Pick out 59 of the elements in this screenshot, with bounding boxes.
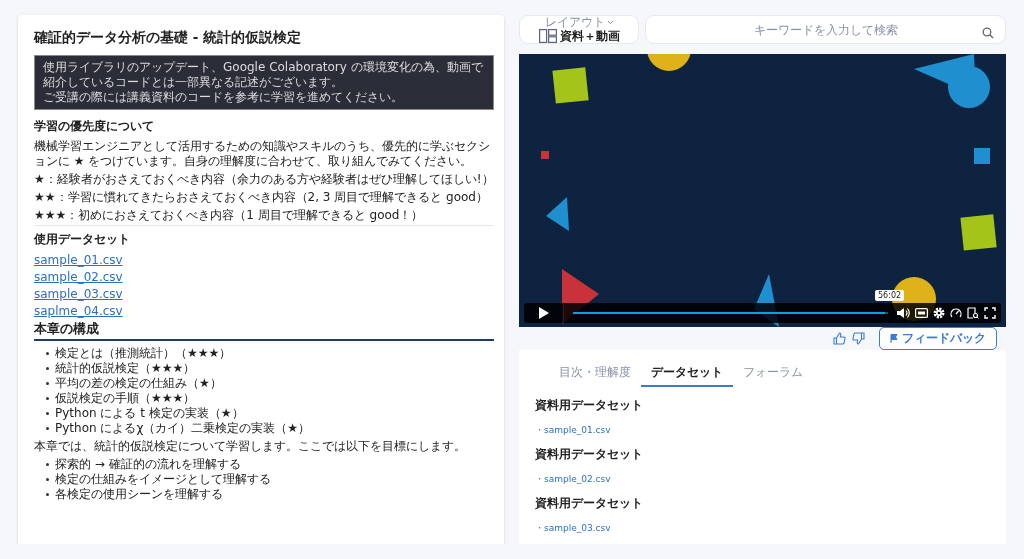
captions-icon[interactable] (915, 308, 928, 318)
section-item: 検定とは（推測統計）（★★★） (55, 346, 232, 361)
dataset-link[interactable]: ・sample_01.csv (535, 425, 611, 435)
bullet (46, 412, 49, 415)
layout-icon (538, 29, 557, 43)
document-search-icon[interactable] (967, 307, 979, 319)
bullet (46, 382, 49, 385)
bullet (46, 463, 49, 466)
section-item: 平均の差の検定の仕組み（★） (55, 376, 222, 391)
dataset-heading: 使用データセット (34, 231, 131, 248)
thumbs-down-icon[interactable] (852, 332, 865, 345)
chevron-icon (606, 19, 614, 25)
priority-text: 機械学習エンジニアとして活用するための知識やスキルのうち、優先的に学ぶセクションに ★ をつけています。自身の理解度に合わせて、取り組んでみてください。 (34, 139, 491, 169)
dataset-link[interactable]: sample_01.csv (34, 253, 123, 267)
volume-icon[interactable] (897, 307, 910, 319)
bullet (46, 367, 49, 370)
goal-item: 探索的 → 確証的の流れを理解する (55, 457, 241, 472)
feedback-button[interactable]: フィードバック (879, 327, 997, 350)
settings-icon[interactable] (933, 307, 945, 319)
tab[interactable]: 目次・理解度 (549, 360, 641, 387)
notice-text: ご受講の際には講義資料のコードを参考に学習を進めてください。 (43, 90, 404, 105)
flag-icon (890, 334, 898, 343)
dataset-link[interactable]: sample_03.csv (34, 287, 123, 301)
bullet (46, 478, 49, 481)
section-item: 統計的仮説検定（★★★） (55, 361, 196, 376)
fullscreen-icon[interactable] (984, 307, 996, 319)
layout-button[interactable]: レイアウト 資料＋動画 (519, 15, 639, 44)
dataset-link[interactable]: ・sample_03.csv (535, 523, 611, 533)
tab[interactable]: フォーラム (733, 360, 813, 387)
goal-item: 検定の仕組みをイメージとして理解する (55, 472, 271, 487)
goal-item: 各検定の使用シーンを理解する (55, 487, 223, 502)
bullet (46, 352, 49, 355)
goal-text: 本章では、統計的仮説検定について学習します。ここでは以下を目標にします。 (34, 439, 467, 454)
article-title: 確証的データ分析の基礎 - 統計的仮説検定 (34, 29, 302, 47)
priority-level: ★：経験者がおさえておくべき内容（余力のある方や経験者はぜひ理解してほしい!） (34, 172, 494, 187)
bullet (46, 493, 49, 496)
search-icon (982, 27, 994, 39)
section-item: Python によるχ（カイ）二乗検定の実装（★） (55, 421, 311, 436)
bullet (46, 427, 49, 430)
dataset-link[interactable]: saplme_04.csv (34, 304, 123, 318)
section-item: Python による t 検定の実装（★） (55, 406, 244, 421)
dataset-heading: 資料用データセット (535, 495, 644, 512)
priority-level: ★★★：初めにおさえておくべき内容（1 周目で理解できると good！） (34, 208, 425, 223)
time-tooltip: 56:02 (875, 290, 905, 301)
dataset-heading: 資料用データセット (535, 446, 644, 463)
priority-level: ★★：学習に慣れてきたらおさえておくべき内容（2, 3 周目で理解できると good） (34, 190, 489, 205)
section-item: 仮説検定の手順（★★★） (55, 391, 196, 406)
priority-heading: 学習の優先度について (34, 118, 155, 135)
bullet (46, 397, 49, 400)
dataset-heading: 資料用データセット (535, 397, 644, 414)
search-field[interactable]: キーワードを入力して検索 (645, 15, 1006, 44)
speed-icon[interactable] (950, 307, 962, 319)
play-icon (538, 307, 549, 319)
thumbs-up-icon[interactable] (833, 332, 846, 345)
section-heading: 本章の構成 (34, 320, 494, 341)
tab[interactable]: データセット (641, 360, 733, 387)
dataset-link[interactable]: sample_02.csv (34, 270, 123, 284)
notice-text: 使用ライブラリのアップデート、Google Colaboratory の環境変化の為、動画で紹介しているコードとは一部異なる記述がございます。 (43, 60, 484, 90)
dataset-link[interactable]: ・sample_02.csv (535, 474, 611, 484)
